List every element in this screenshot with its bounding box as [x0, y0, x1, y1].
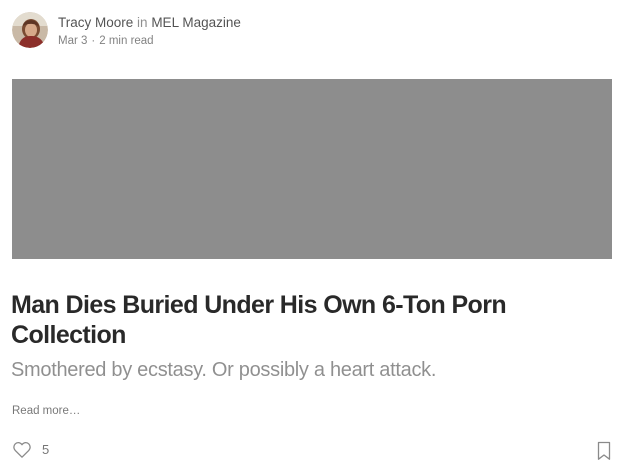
post-actions: 5 — [12, 440, 49, 460]
read-more-link[interactable]: Read more… — [12, 403, 80, 419]
post-date[interactable]: Mar 3 — [58, 35, 87, 47]
in-label: in — [137, 15, 148, 30]
byline: Tracy Moore in MEL Magazine — [58, 14, 241, 32]
author-avatar[interactable] — [12, 12, 48, 48]
post-meta: Tracy Moore in MEL Magazine Mar 3 · 2 min … — [58, 14, 241, 49]
post-subtitle[interactable]: Smothered by ecstasy. Or possibly a hear… — [11, 356, 601, 384]
heart-icon[interactable] — [12, 440, 32, 460]
read-time: 2 min read — [99, 35, 154, 47]
post-title[interactable]: Man Dies Buried Under His Own 6-Ton Porn… — [11, 290, 601, 350]
avatar-image — [12, 12, 48, 48]
post-card: Tracy Moore in MEL Magazine Mar 3 · 2 min … — [0, 0, 625, 466]
author-row: Tracy Moore in MEL Magazine Mar 3 · 2 min … — [12, 12, 241, 49]
bookmark-icon[interactable] — [596, 441, 612, 461]
publication-name[interactable]: MEL Magazine — [151, 15, 241, 30]
meta-separator: · — [91, 35, 96, 47]
author-name[interactable]: Tracy Moore — [58, 15, 133, 30]
like-count[interactable]: 5 — [42, 440, 49, 460]
hero-image-placeholder[interactable] — [12, 79, 612, 259]
post-subline: Mar 3 · 2 min read — [58, 33, 241, 49]
